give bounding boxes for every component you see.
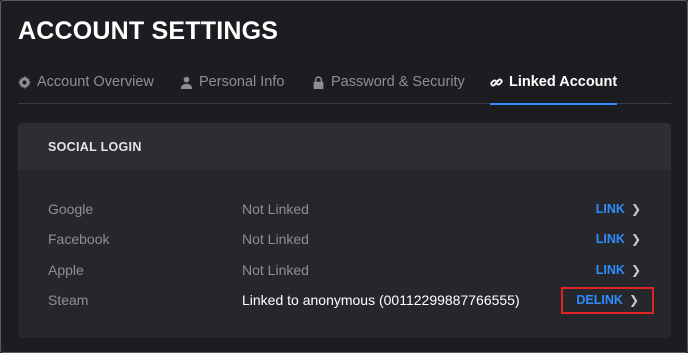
gear-icon: [18, 76, 31, 89]
link-google-button[interactable]: LINK ❯: [596, 202, 641, 216]
link-status: Not Linked: [242, 231, 309, 247]
action-label: LINK: [595, 263, 625, 277]
link-status: Not Linked: [242, 262, 309, 278]
lock-icon: [312, 76, 325, 89]
link-apple-button[interactable]: LINK ❯: [596, 263, 641, 277]
chevron-right-icon: ❯: [630, 263, 641, 277]
page-title: ACCOUNT SETTINGS: [18, 17, 279, 45]
action-label: DELINK: [576, 293, 623, 307]
provider-name: Apple: [48, 262, 84, 278]
provider-name: Steam: [48, 292, 89, 308]
chevron-right-icon: ❯: [630, 232, 641, 246]
tab-personal-info[interactable]: Personal Info: [180, 74, 284, 104]
action-label: LINK: [595, 202, 625, 216]
tab-label: Password & Security: [331, 74, 465, 90]
link-facebook-button[interactable]: LINK ❯: [596, 232, 641, 246]
user-icon: [180, 76, 193, 89]
tab-password-security[interactable]: Password & Security: [312, 74, 465, 104]
link-status: Linked to anonymous (00112299887766555): [242, 292, 520, 308]
social-login-row-facebook: Facebook Not Linked LINK ❯: [18, 224, 671, 254]
action-label: LINK: [595, 232, 625, 246]
social-login-row-google: Google Not Linked LINK ❯: [18, 194, 671, 224]
social-login-card: SOCIAL LOGIN Google Not Linked LINK ❯ Fa…: [18, 123, 671, 338]
social-login-header: SOCIAL LOGIN: [18, 123, 671, 170]
delink-steam-button[interactable]: DELINK ❯: [561, 286, 654, 314]
chevron-right-icon: ❯: [628, 293, 639, 307]
settings-tabs: Account Overview Personal Info Password …: [18, 74, 671, 105]
social-login-row-steam: Steam Linked to anonymous (0011229988776…: [18, 285, 671, 315]
link-icon: [490, 76, 503, 89]
social-login-row-apple: Apple Not Linked LINK ❯: [18, 255, 671, 285]
tab-label: Account Overview: [37, 74, 154, 90]
tab-linked-account[interactable]: Linked Account: [490, 74, 618, 105]
tab-label: Personal Info: [199, 74, 285, 90]
link-status: Not Linked: [242, 201, 309, 217]
tab-label: Linked Account: [509, 74, 618, 90]
provider-name: Facebook: [48, 231, 110, 247]
tab-account-overview[interactable]: Account Overview: [18, 74, 154, 104]
chevron-right-icon: ❯: [630, 202, 641, 216]
provider-name: Google: [48, 201, 94, 217]
